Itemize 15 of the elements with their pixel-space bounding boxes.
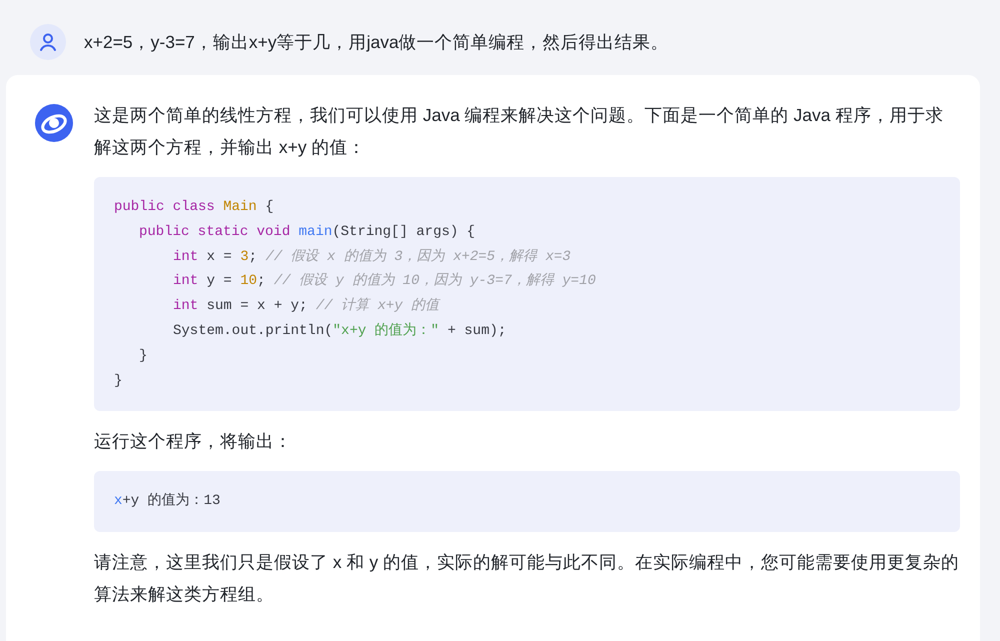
code-line: public class Main { <box>114 198 274 217</box>
assistant-logo-icon <box>34 103 74 143</box>
code-line: } <box>114 372 122 391</box>
code-line: int y = 10; // 假设 y 的值为 10，因为 y-3=7，解得 y=10 <box>173 272 596 292</box>
code-line: } <box>139 346 148 366</box>
user-message: x+2=5，y-3=7，输出x+y等于几，用java做一个简单编程，然后得出结果。 <box>84 30 669 54</box>
code-line: System.out.println("x+y 的值为：" + sum); <box>173 322 506 341</box>
code-line: public static void main(String[] args) { <box>139 222 476 242</box>
code-line: int x = 3; // 假设 x 的值为 3，因为 x+2=5，解得 x=3 <box>173 248 571 267</box>
code-line: int sum = x + y; // 计算 x+y 的值 <box>173 296 440 316</box>
code-line: x+y 的值为：13 <box>114 492 220 512</box>
user-icon <box>38 32 58 52</box>
reply-paragraph: 运行这个程序，将输出： <box>94 430 293 454</box>
reply-paragraph: 请注意，这里我们只是假设了 x 和 y 的值，实际的解可能与此不同。在实际编程中，您可能需要使用更复杂的算法来解这类方程组。 <box>94 551 960 606</box>
reply-paragraph: 这是两个简单的线性方程，我们可以使用 Java 编程来解决这个问题。下面是一个简单的 Java 程序，用于求解这两个方程，并输出 x+y 的值： <box>94 104 944 159</box>
